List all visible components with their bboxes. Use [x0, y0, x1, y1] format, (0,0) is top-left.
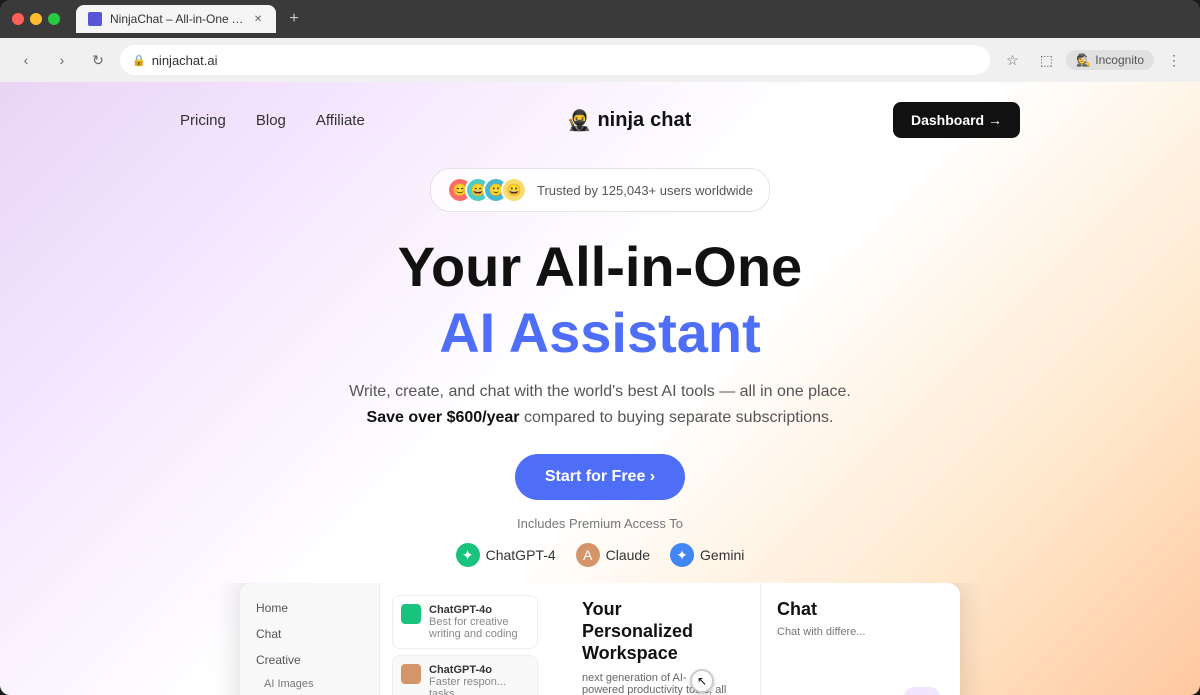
preview-right-sub: Chat with differe...	[777, 626, 944, 638]
incognito-badge: 🕵 Incognito	[1066, 50, 1154, 70]
claude-label: Claude	[606, 547, 650, 563]
preview-right-panel: Chat Chat with differe... 🤖	[760, 583, 960, 695]
maximize-traffic-light[interactable]	[48, 13, 60, 25]
preview-chat-text-1: ChatGPT-4o Best for creative writing and…	[429, 604, 529, 640]
logo-icon: 🥷	[567, 108, 592, 133]
url-text: ninjachat.ai	[152, 53, 218, 68]
hero-subtitle-regular: Write, create, and chat with the world's…	[349, 383, 851, 400]
preview-ai-bubble: 🤖	[904, 687, 940, 695]
preview-chat-item-2: ChatGPT-4o Faster respon... tasks	[392, 655, 538, 695]
preview-sidebar-ai-images: AI Images	[240, 673, 379, 695]
back-button[interactable]: ‹	[12, 46, 40, 74]
tab-title: NinjaChat – All-in-One AI As...	[110, 12, 244, 26]
tab-bar: NinjaChat – All-in-One AI As... ✕ +	[76, 5, 1188, 33]
logo-chat-text: chat	[650, 109, 691, 132]
gemini-logo-item: ✦ Gemini	[670, 543, 744, 567]
toolbar-actions: ☆ ⬚ 🕵 Incognito ⋮	[998, 46, 1188, 74]
hero-subtitle-rest: compared to buying separate subscription…	[520, 409, 834, 426]
site-nav: Pricing Blog Affiliate 🥷 ninja chat Dashb…	[150, 82, 1050, 158]
trust-text: Trusted by 125,043+ users worldwide	[537, 183, 753, 198]
hero-subtitle-bold: Save over $600/year	[367, 409, 520, 426]
avatar-4: 😀	[501, 177, 527, 203]
preview-hero-text: Your Personalized Workspace next generat…	[566, 583, 744, 695]
claude-logo-item: A Claude	[576, 543, 650, 567]
preview-content-area: ChatGPT-4o Best for creative writing and…	[380, 583, 960, 695]
page-background: Pricing Blog Affiliate 🥷 ninja chat Dashb…	[0, 82, 1200, 695]
trust-badge: 😊 😄 🙂 😀 Trusted by 125,043+ users worldw…	[430, 168, 770, 212]
preview-right-title: Chat	[777, 599, 944, 620]
gemini-icon: ✦	[670, 543, 694, 567]
preview-desc-2: Faster respon... tasks	[429, 676, 506, 695]
forward-button[interactable]: ›	[48, 46, 76, 74]
preview-window: Home Chat Creative AI Images AI Video	[240, 583, 960, 695]
gemini-label: Gemini	[700, 547, 744, 563]
minimize-traffic-light[interactable]	[30, 13, 42, 25]
browser-tab[interactable]: NinjaChat – All-in-One AI As... ✕	[76, 5, 276, 33]
preview-model-2: ChatGPT-4o	[429, 664, 529, 676]
new-tab-button[interactable]: +	[280, 5, 308, 33]
preview-chat-text-2: ChatGPT-4o Faster respon... tasks	[429, 664, 529, 695]
preview-model-1: ChatGPT-4o	[429, 604, 529, 616]
dashboard-button[interactable]: Dashboard →	[893, 102, 1020, 138]
bottom-preview: Home Chat Creative AI Images AI Video	[0, 583, 1200, 695]
preview-hero-title: Your Personalized Workspace	[582, 599, 728, 664]
claude-icon: A	[576, 543, 600, 567]
preview-sidebar: Home Chat Creative AI Images AI Video	[240, 583, 380, 695]
claude-preview-icon	[401, 664, 421, 684]
preview-chat-item-1: ChatGPT-4o Best for creative writing and…	[392, 595, 538, 649]
nav-affiliate-link[interactable]: Affiliate	[316, 112, 365, 129]
hero-title-line1: Your All-in-One	[398, 236, 802, 298]
chatgpt-preview-icon	[401, 604, 421, 624]
browser-menu-button[interactable]: ⋮	[1160, 46, 1188, 74]
nav-left: Pricing Blog Affiliate	[180, 112, 365, 129]
nav-blog-link[interactable]: Blog	[256, 112, 286, 129]
hero-subtitle: Write, create, and chat with the world's…	[349, 379, 851, 430]
preview-sidebar-home: Home	[240, 595, 379, 621]
preview-desc-1: Best for creative writing and coding	[429, 616, 518, 640]
ai-logos: ✦ ChatGPT-4 A Claude ✦ Gemini	[456, 543, 745, 567]
logo-ninja-text: ninja	[597, 109, 644, 132]
title-bar: NinjaChat – All-in-One AI As... ✕ +	[0, 0, 1200, 38]
chatgpt-label: ChatGPT-4	[486, 547, 556, 563]
star-button[interactable]: ☆	[998, 46, 1026, 74]
chatgpt-logo-item: ✦ ChatGPT-4	[456, 543, 556, 567]
browser-toolbar: ‹ › ↻ 🔒 ninjachat.ai ☆ ⬚ 🕵 Incognito ⋮	[0, 38, 1200, 82]
preview-sidebar-creative: Creative	[240, 647, 379, 673]
traffic-lights	[12, 13, 60, 25]
nav-pricing-link[interactable]: Pricing	[180, 112, 226, 129]
chatgpt-icon: ✦	[456, 543, 480, 567]
site-logo[interactable]: 🥷 ninja chat	[567, 108, 692, 133]
premium-access-label: Includes Premium Access To	[517, 516, 683, 531]
preview-chat-area: ChatGPT-4o Best for creative writing and…	[380, 583, 550, 695]
extensions-button[interactable]: ⬚	[1032, 46, 1060, 74]
close-traffic-light[interactable]	[12, 13, 24, 25]
tab-favicon	[88, 12, 102, 26]
preview-sidebar-chat: Chat	[240, 621, 379, 647]
lock-icon: 🔒	[132, 54, 146, 67]
tab-close-button[interactable]: ✕	[252, 12, 264, 26]
reload-button[interactable]: ↻	[84, 46, 112, 74]
hero-section: 😊 😄 🙂 😀 Trusted by 125,043+ users worldw…	[0, 158, 1200, 567]
cta-button[interactable]: Start for Free ›	[515, 454, 685, 500]
user-avatars: 😊 😄 🙂 😀	[447, 177, 527, 203]
page-content: Pricing Blog Affiliate 🥷 ninja chat Dashb…	[0, 82, 1200, 695]
incognito-icon: 🕵	[1076, 53, 1091, 67]
browser-frame: NinjaChat – All-in-One AI As... ✕ + ‹ › …	[0, 0, 1200, 695]
address-bar[interactable]: 🔒 ninjachat.ai	[120, 45, 990, 75]
hero-title-line2: AI Assistant	[439, 302, 761, 364]
incognito-label: Incognito	[1095, 53, 1144, 67]
